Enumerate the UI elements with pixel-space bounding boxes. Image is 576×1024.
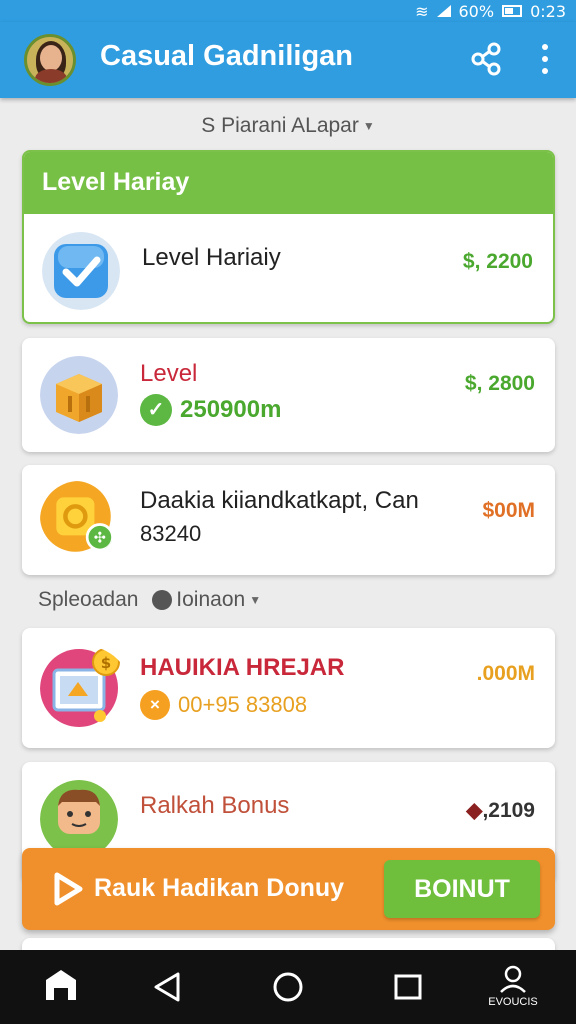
section-label: Spleoadan [38, 588, 139, 611]
promo-card[interactable]: $ HAUIKIA HREJAR × 00+95 83808 .000M [22, 628, 555, 748]
promo-card-title: HAUIKIA HREJAR [140, 654, 345, 681]
more-menu-icon[interactable] [530, 42, 560, 76]
app-bar: Casual Gadniligan [0, 22, 576, 98]
reward-card-subtitle: 83240 [140, 521, 202, 546]
level-card-sub: ✓ 250900m [140, 394, 281, 426]
promo-card-subtitle: 00+95 83808 [178, 692, 308, 717]
check-icon: ✓ [140, 394, 172, 426]
section-header-1[interactable]: S Piarani ALapar ▼ [0, 114, 576, 138]
crate-icon [40, 356, 118, 434]
chevron-down-icon: ▼ [249, 593, 262, 608]
nav-recents[interactable] [363, 950, 453, 1024]
battery-percent: 60% [458, 1, 495, 21]
play-icon[interactable] [52, 872, 84, 906]
back-triangle-icon [154, 972, 180, 1002]
reward-card-title: Daakia kiiandkatkapt, Can [140, 487, 419, 514]
clock: 0:23 [530, 1, 566, 21]
nav-home[interactable] [16, 950, 106, 1024]
home-icon [46, 970, 76, 1000]
status-bar: ≋ 60% 0:23 [0, 0, 576, 22]
share-icon[interactable] [470, 42, 504, 76]
battery-icon [502, 5, 523, 17]
featured-card-title: Level Hariaiy [142, 244, 281, 271]
svg-text:$: $ [101, 654, 111, 672]
level-card[interactable]: Level ✓ 250900m $, 2800 [22, 338, 555, 452]
coin-icon: × [140, 690, 170, 720]
featured-card-header-title: Level Hariay [42, 168, 190, 196]
checkbox-icon [42, 232, 120, 310]
promo-card-sub: × 00+95 83808 [140, 690, 307, 720]
nav-back[interactable] [122, 950, 212, 1024]
reward-card[interactable]: ✣ Daakia kiiandkatkapt, Can 83240 $00M [22, 465, 555, 575]
coin-box-icon: ✣ [40, 481, 114, 552]
section-label-2: Ioinaon [176, 588, 246, 611]
promo-card-amount: .000M [476, 662, 535, 685]
featured-card-header: Level Hariay [24, 152, 553, 214]
section-header-2[interactable]: Spleoadan Ioinaon ▼ [38, 588, 576, 612]
level-card-title: Level [140, 360, 198, 387]
featured-card-amount: $, 2200 [462, 250, 533, 273]
app-title: Casual Gadniligan [100, 40, 353, 72]
bonus-card-amount: ◆,2109 [466, 799, 535, 822]
bottom-nav-bar: EVOUCIS [0, 950, 576, 1024]
tablet-coin-icon: $ [40, 648, 120, 727]
nav-home-circle[interactable] [243, 950, 333, 1024]
signal-icon [436, 5, 451, 17]
nav-profile[interactable]: EVOUCIS [468, 950, 558, 1024]
gem-icon: ◆ [466, 799, 483, 822]
level-card-amount: $, 2800 [464, 372, 535, 395]
section-label: S Piarani ALapar [201, 114, 359, 137]
level-card-subtitle: 250900m [180, 396, 282, 423]
chevron-down-icon: ▼ [362, 119, 375, 134]
profile-icon [500, 965, 526, 993]
svg-text:✣: ✣ [94, 531, 106, 547]
wifi-icon: ≋ [415, 1, 429, 21]
bonus-button[interactable]: BOINUT [384, 860, 540, 918]
avatar[interactable] [24, 34, 76, 86]
featured-level-card[interactable]: Level Hariay Level Hariaiy $, 2200 [22, 150, 555, 324]
recents-square-icon [394, 974, 422, 1000]
bonus-banner[interactable]: Rauk Hadikan Donuy BOINUT [22, 848, 555, 930]
bonus-card-title: Ralkah Bonus [140, 792, 290, 819]
reward-card-amount: $00M [482, 499, 535, 522]
character-avatar-icon [40, 780, 118, 858]
home-circle-icon [273, 972, 303, 1002]
banner-text: Rauk Hadikan Donuy [94, 874, 345, 902]
speech-bubble-icon [152, 590, 173, 611]
nav-profile-label: EVOUCIS [488, 996, 538, 1008]
